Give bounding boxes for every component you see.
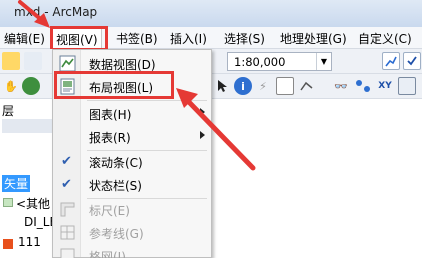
annotation-arrows <box>18 0 256 171</box>
arrow-to-layout-view <box>176 88 256 171</box>
arrow-to-view-menu <box>18 0 50 28</box>
